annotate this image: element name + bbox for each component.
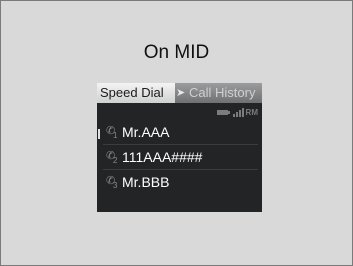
list-item[interactable]: ✆ 1 Mr.AAA (97, 121, 262, 143)
battery-icon (216, 109, 230, 115)
tab-bar: Speed Dial ➤ Call History (97, 83, 262, 103)
row-divider (103, 144, 258, 145)
speed-dial-phone-icon: ✆ 1 (106, 125, 118, 140)
speed-dial-entry-label: Mr.BBB (122, 174, 170, 190)
signal-strength-icon (232, 107, 244, 117)
speed-dial-entry-label: 111AAA#### (122, 149, 203, 165)
figure-frame: On MID Speed Dial ➤ Call History RM ✆ 1 M… (0, 0, 353, 266)
tab-speed-dial[interactable]: Speed Dial (97, 83, 175, 103)
list-item[interactable]: ✆ 2 111AAA#### (97, 146, 262, 168)
tab-arrow-icon: ➤ (176, 87, 186, 99)
roaming-indicator: RM (245, 107, 258, 117)
row-divider (103, 169, 258, 170)
speed-dial-phone-icon: ✆ 2 (106, 150, 118, 165)
status-bar: RM (216, 106, 258, 118)
speed-dial-phone-icon: ✆ 3 (106, 175, 118, 190)
page-title: On MID (143, 42, 210, 63)
list-item[interactable]: ✆ 3 Mr.BBB (97, 171, 262, 193)
mid-display: Speed Dial ➤ Call History RM ✆ 1 Mr.AAA ✆… (97, 83, 262, 212)
tab-call-history[interactable]: Call History (189, 83, 255, 103)
speed-dial-entry-label: Mr.AAA (122, 124, 170, 140)
